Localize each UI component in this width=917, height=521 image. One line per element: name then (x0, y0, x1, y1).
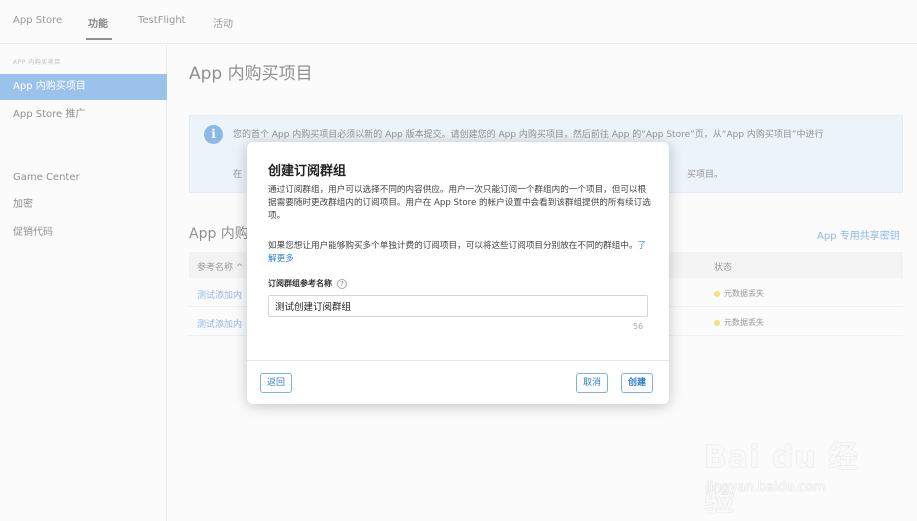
back-button[interactable]: 返回 (260, 373, 293, 393)
cancel-button[interactable]: 取消 (576, 373, 609, 393)
dialog-footer: 返回 取消 创建 (247, 360, 669, 404)
field-label-text: 订阅群组参考名称 (268, 279, 332, 288)
dialog-description: 通过订阅群组，用户可以选择不同的内容供应。用户一次只能订阅一个群组内的一个项目，… (268, 185, 651, 221)
help-icon[interactable]: ? (337, 278, 347, 289)
baidu-watermark: Bai du 经验 jingyan.baidu.com (704, 432, 874, 519)
dialog-description-2-text: 如果您想让用户能够购买多个单独计费的订阅项目，可以将这些订阅项目分别放在不同的群… (268, 241, 638, 251)
dialog-description-2: 如果您想让用户能够购买多个单独计费的订阅项目，可以将这些订阅项目分别放在不同的群… (268, 240, 652, 266)
create-button[interactable]: 创建 (621, 373, 654, 393)
watermark-url: jingyan.baidu.com (706, 480, 826, 495)
field-label: 订阅群组参考名称? (268, 278, 347, 289)
dialog-title: 创建订阅群组 (268, 164, 347, 179)
character-count: 56 (633, 322, 644, 331)
create-subscription-group-dialog: 创建订阅群组 通过订阅群组，用户可以选择不同的内容供应。用户一次只能订阅一个群组… (247, 142, 669, 404)
group-reference-name-input[interactable] (268, 295, 648, 317)
baidu-logo-icon: Bai du 经验 (704, 440, 860, 519)
